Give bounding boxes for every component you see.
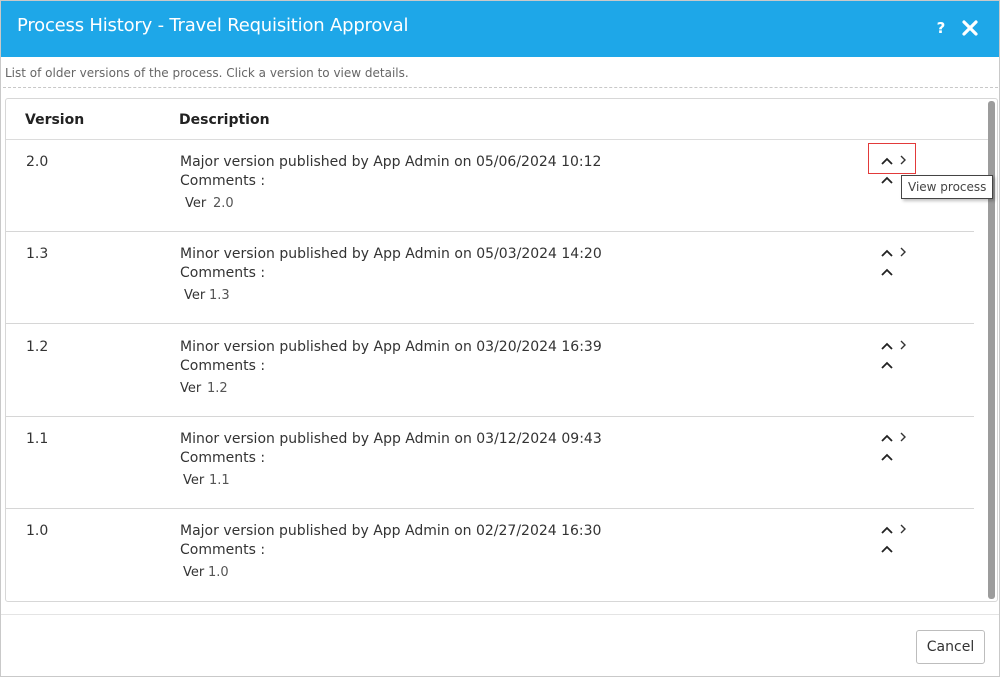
ver-label: Ver	[180, 381, 202, 396]
ver-value: 1.3	[209, 288, 230, 303]
dialog-titlebar: Process History - Travel Requisition App…	[1, 1, 999, 57]
table-row[interactable]: 2.0 Major version published by App Admin…	[6, 140, 989, 232]
ver-label: Ver	[184, 288, 206, 303]
ver-value: 2.0	[213, 196, 234, 211]
ver-label: Ver	[183, 565, 205, 580]
ver-label: Ver	[183, 473, 205, 488]
chevron-up-icon[interactable]	[880, 341, 894, 351]
ver-label: Ver	[185, 196, 207, 211]
close-icon	[962, 20, 978, 36]
comments-label: Comments :	[180, 542, 266, 558]
ver-value: 1.1	[209, 473, 230, 488]
version-cell: 1.2	[26, 339, 49, 355]
comments-label: Comments :	[180, 450, 266, 466]
close-button[interactable]	[961, 17, 981, 39]
version-cell: 1.1	[26, 431, 49, 447]
column-header-version: Version	[25, 112, 85, 128]
comments-label: Comments :	[180, 173, 266, 189]
table-row[interactable]: 1.2 Minor version published by App Admin…	[6, 325, 989, 417]
table-row[interactable]: 1.0 Major version published by App Admin…	[6, 509, 989, 601]
chevron-up-icon[interactable]	[880, 156, 894, 166]
chevron-up-icon[interactable]	[880, 175, 894, 185]
chevron-right-icon[interactable]	[899, 431, 907, 443]
description-text: Minor version published by App Admin on …	[180, 431, 602, 447]
chevron-right-icon[interactable]	[899, 339, 907, 351]
column-header-description: Description	[179, 112, 270, 128]
version-cell: 1.0	[26, 523, 49, 539]
description-text: Major version published by App Admin on …	[180, 523, 602, 539]
row-divider	[6, 323, 974, 324]
description-text: Major version published by App Admin on …	[180, 154, 602, 170]
chevron-up-icon[interactable]	[880, 433, 894, 443]
divider	[3, 87, 998, 88]
version-cell: 2.0	[26, 154, 49, 170]
process-history-dialog: Process History - Travel Requisition App…	[0, 0, 1000, 677]
ver-value: 1.2	[207, 381, 228, 396]
description-text: Minor version published by App Admin on …	[180, 246, 602, 262]
help-button[interactable]: ?	[933, 17, 949, 39]
dialog-title: Process History - Travel Requisition App…	[17, 15, 409, 36]
chevron-up-icon[interactable]	[880, 360, 894, 370]
chevron-up-icon[interactable]	[880, 248, 894, 258]
cancel-button[interactable]: Cancel	[916, 630, 985, 664]
chevron-right-icon[interactable]	[899, 523, 907, 535]
chevron-up-icon[interactable]	[880, 452, 894, 462]
description-text: Minor version published by App Admin on …	[180, 339, 602, 355]
ver-value: 1.0	[208, 565, 229, 580]
version-table: Version Description 2.0 Major version pu…	[5, 98, 998, 602]
comments-label: Comments :	[180, 358, 266, 374]
footer-divider	[1, 614, 999, 615]
chevron-right-icon[interactable]	[899, 154, 907, 166]
dialog-subtitle: List of older versions of the process. C…	[5, 66, 409, 80]
view-process-tooltip: View process	[901, 175, 994, 199]
comments-label: Comments :	[180, 265, 266, 281]
chevron-up-icon[interactable]	[880, 525, 894, 535]
version-cell: 1.3	[26, 246, 49, 262]
chevron-right-icon[interactable]	[899, 246, 907, 258]
table-row[interactable]: 1.1 Minor version published by App Admin…	[6, 417, 989, 509]
table-row[interactable]: 1.3 Minor version published by App Admin…	[6, 232, 989, 324]
chevron-up-icon[interactable]	[880, 267, 894, 277]
chevron-up-icon[interactable]	[880, 544, 894, 554]
